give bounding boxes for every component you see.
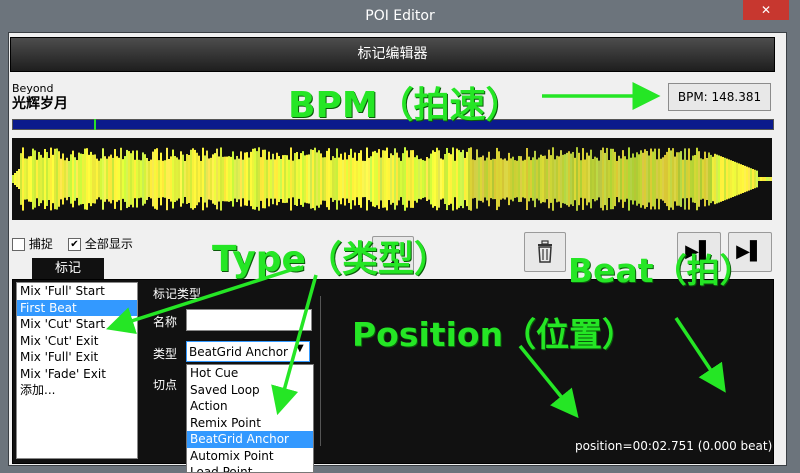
- arrow-position: [518, 344, 579, 419]
- arrow-type-dropdown: [271, 274, 318, 416]
- arrow-type-list: [106, 265, 301, 334]
- annotation-arrows: [106, 82, 726, 419]
- arrow-beat: [674, 317, 726, 393]
